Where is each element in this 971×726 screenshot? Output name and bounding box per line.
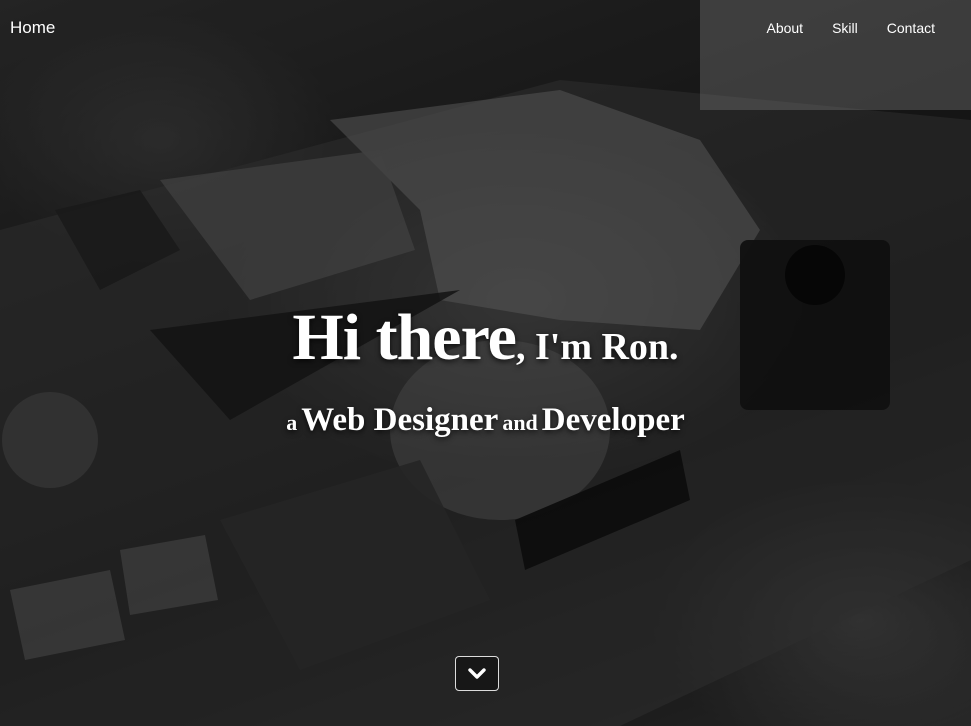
nav-about-link[interactable]: About [766,20,803,36]
nav-contact-link[interactable]: Contact [887,20,935,36]
top-nav: Home About Skill Contact [0,0,971,56]
hero-subline: a Web Designer and Developer [0,402,971,439]
subline-role-2: Developer [541,402,685,438]
nav-skill-link[interactable]: Skill [832,20,858,36]
headline-greeting: Hi there [292,301,517,374]
headline-name: , I'm Ron. [515,326,679,368]
subline-conjunction: and [502,410,538,435]
chevron-down-icon [468,667,486,679]
scroll-down-button[interactable] [455,656,499,691]
nav-home-link[interactable]: Home [10,18,55,38]
hero-section: Home About Skill Contact Hi there, I'm R… [0,0,971,726]
hero-headline: Hi there, I'm Ron. [0,300,971,376]
nav-links: About Skill Contact [766,20,935,36]
subline-article: a [286,410,298,435]
subline-role-1: Web Designer [301,402,499,438]
